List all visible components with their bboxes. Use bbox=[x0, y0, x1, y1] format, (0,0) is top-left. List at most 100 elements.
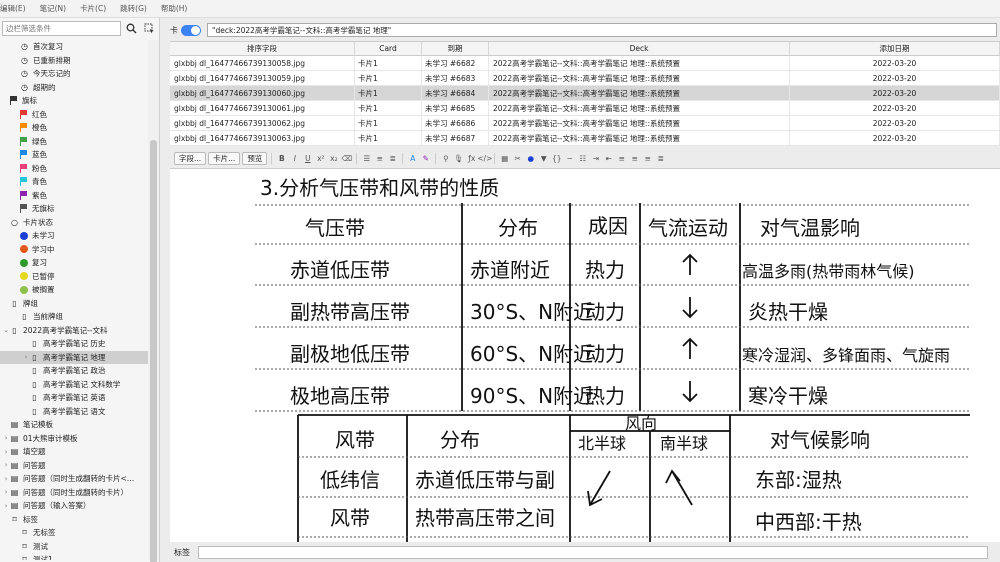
justify-icon[interactable]: ≣ bbox=[655, 152, 666, 165]
sidebar-item[interactable]: ◷ 已重新排期 bbox=[0, 54, 148, 68]
menu-item[interactable]: 帮助(H) bbox=[161, 3, 188, 14]
chevron-icon[interactable]: › bbox=[2, 488, 10, 496]
sidebar-item[interactable]: ▯ 当前牌组 bbox=[0, 310, 148, 324]
sidebar-item[interactable]: 紫色 bbox=[0, 189, 148, 203]
sidebar-item[interactable]: › ▤ 问答题 bbox=[0, 459, 148, 473]
sidebar-item[interactable]: ▯ 高考学霸笔记 文科数学 bbox=[0, 378, 148, 392]
search-icon[interactable] bbox=[124, 21, 139, 36]
align-center-icon[interactable]: ≡ bbox=[629, 152, 640, 165]
braces-icon[interactable]: {} bbox=[551, 152, 562, 165]
sidebar-item[interactable]: › ▤ 01大熊审计模板 bbox=[0, 432, 148, 446]
column-header[interactable]: 到期 bbox=[422, 42, 489, 55]
list-icon[interactable]: ☷ bbox=[577, 152, 588, 165]
sidebar-item[interactable]: 未学习 bbox=[0, 229, 148, 243]
sidebar-item[interactable]: › ▤ 问答题（输入答案） bbox=[0, 499, 148, 513]
sidebar-item[interactable]: 学习中 bbox=[0, 243, 148, 257]
table-row[interactable]: glxbbj dl_16477466739130061.jpg 卡片1 未学习 #6… bbox=[170, 101, 1000, 116]
menu-item[interactable]: 笔记(N) bbox=[40, 3, 66, 14]
triangle-down-icon[interactable]: ▼ bbox=[538, 152, 549, 165]
cards-button[interactable]: 卡片... bbox=[208, 151, 241, 165]
sidebar-search-input[interactable] bbox=[2, 20, 121, 36]
sidebar-item[interactable]: ▤ 笔记模板 bbox=[0, 418, 148, 432]
sidebar-scrollbar[interactable] bbox=[148, 40, 159, 562]
sidebar-item[interactable]: ◷ 超期的 bbox=[0, 81, 148, 95]
table-row[interactable]: glxbbj dl_16477466739130062.jpg 卡片1 未学习 #6… bbox=[170, 116, 1000, 131]
chevron-icon[interactable]: › bbox=[2, 461, 10, 469]
sidebar-item[interactable]: ⌑ 测试 bbox=[0, 540, 148, 554]
underline-icon[interactable]: U bbox=[302, 152, 313, 165]
preview-button[interactable]: 预览 bbox=[242, 151, 268, 165]
cards-notes-switch[interactable]: 卡 bbox=[170, 24, 201, 36]
record-audio-icon[interactable]: 🎙 bbox=[453, 152, 464, 165]
tags-input[interactable] bbox=[198, 546, 988, 559]
column-header[interactable]: Deck bbox=[489, 42, 790, 55]
sidebar-item[interactable]: ▯ 高考学霸笔记 英语 bbox=[0, 391, 148, 405]
sidebar-item[interactable]: › ▯ 高考学霸笔记 地理 bbox=[0, 350, 148, 364]
table-icon[interactable]: ▦ bbox=[499, 152, 510, 165]
sidebar-item[interactable]: ◷ 首次复习 bbox=[0, 40, 148, 54]
unordered-list-icon[interactable]: ☰ bbox=[361, 152, 372, 165]
chevron-icon[interactable]: › bbox=[22, 353, 30, 361]
sidebar-item[interactable]: ◷ 今天忘记的 bbox=[0, 67, 148, 81]
sidebar-item[interactable]: ▯ 高考学霸笔记 政治 bbox=[0, 364, 148, 378]
scissors-icon[interactable]: ✂ bbox=[512, 152, 523, 165]
sidebar-item[interactable]: ⌑ 无标签 bbox=[0, 526, 148, 540]
sidebar-item[interactable]: › ▤ 问答题（同时生成翻转的卡片<… bbox=[0, 472, 148, 486]
sidebar-item[interactable]: 已暂停 bbox=[0, 270, 148, 284]
indent-icon[interactable]: ⇥ bbox=[590, 152, 601, 165]
sidebar-item[interactable]: 粉色 bbox=[0, 162, 148, 176]
select-tool-icon[interactable] bbox=[142, 21, 157, 36]
sidebar-item[interactable]: 无旗标 bbox=[0, 202, 148, 216]
superscript-icon[interactable]: x² bbox=[315, 152, 326, 165]
sidebar-item[interactable]: 被搁置 bbox=[0, 283, 148, 297]
sidebar-scrollbar-thumb[interactable] bbox=[150, 140, 157, 562]
subscript-icon[interactable]: x₂ bbox=[328, 152, 339, 165]
table-row[interactable]: glxbbj dl_16477466739130059.jpg 卡片1 未学习 #6… bbox=[170, 71, 1000, 86]
menu-item[interactable]: 卡片(C) bbox=[80, 3, 106, 14]
sidebar-item[interactable]: ⌑ 测试1 bbox=[0, 553, 148, 560]
table-row[interactable]: glxbbj dl_16477466739130063.jpg 卡片1 未学习 #6… bbox=[170, 131, 1000, 146]
fields-button[interactable]: 字段... bbox=[174, 151, 207, 165]
sidebar-item[interactable]: 复习 bbox=[0, 256, 148, 270]
bold-icon[interactable]: B bbox=[276, 152, 287, 165]
sidebar-item[interactable]: ○ 卡片状态 bbox=[0, 216, 148, 230]
sidebar-item[interactable]: 蓝色 bbox=[0, 148, 148, 162]
chevron-icon[interactable]: › bbox=[2, 448, 10, 456]
dash-icon[interactable]: − bbox=[564, 152, 575, 165]
chevron-icon[interactable]: › bbox=[2, 434, 10, 442]
sidebar-item[interactable]: ⌄ ▯ 2022高考学霸笔记--文科 bbox=[0, 324, 148, 338]
outdent-icon[interactable]: ⇤ bbox=[603, 152, 614, 165]
table-row[interactable]: glxbbj dl_16477466739130058.jpg 卡片1 未学习 #6… bbox=[170, 56, 1000, 71]
sidebar-item[interactable]: ▯ 高考学霸笔记 语文 bbox=[0, 405, 148, 419]
sidebar-item[interactable]: 绿色 bbox=[0, 135, 148, 149]
eraser-icon[interactable]: ⌫ bbox=[341, 152, 353, 165]
align-left-icon[interactable]: ≡ bbox=[616, 152, 627, 165]
sidebar-item[interactable]: ⌑ 标签 bbox=[0, 513, 148, 527]
chevron-icon[interactable]: › bbox=[2, 475, 10, 483]
sidebar-item[interactable]: 红色 bbox=[0, 108, 148, 122]
note-editor[interactable]: 3.分析气压带和风带的性质 气压带 分布 成因 气流运动 对气温影响 赤道低压带… bbox=[170, 168, 1000, 542]
column-header[interactable]: Card bbox=[355, 42, 422, 55]
sidebar-item[interactable]: 旗标 bbox=[0, 94, 148, 108]
color-dot-icon[interactable]: ● bbox=[525, 152, 536, 165]
chevron-icon[interactable]: › bbox=[2, 502, 10, 510]
html-editor-icon[interactable]: </> bbox=[477, 152, 492, 165]
sidebar-item[interactable]: › ▤ 问答题（同时生成翻转的卡片） bbox=[0, 486, 148, 500]
text-color-icon[interactable]: A bbox=[407, 152, 418, 165]
search-query-input[interactable]: "deck:2022高考学霸笔记--文科::高考学霸笔记 地理" bbox=[207, 23, 997, 37]
highlight-icon[interactable]: ✎ bbox=[420, 152, 431, 165]
align-right-icon[interactable]: ≡ bbox=[642, 152, 653, 165]
toggle-icon[interactable] bbox=[181, 24, 201, 36]
ordered-list-icon[interactable]: ≡ bbox=[374, 152, 385, 165]
sidebar-item[interactable]: ▯ 高考学霸笔记 历史 bbox=[0, 337, 148, 351]
sidebar-item[interactable]: ▯ 牌组 bbox=[0, 297, 148, 311]
sidebar-item[interactable]: 青色 bbox=[0, 175, 148, 189]
math-icon[interactable]: ƒx bbox=[466, 152, 477, 165]
table-row[interactable]: glxbbj dl_16477466739130060.jpg 卡片1 未学习 #6… bbox=[170, 86, 1000, 101]
italic-icon[interactable]: I bbox=[289, 152, 300, 165]
menu-item[interactable]: 编辑(E) bbox=[0, 3, 26, 14]
attachment-icon[interactable]: ⚲ bbox=[440, 152, 451, 165]
column-header[interactable]: 添加日期 bbox=[790, 42, 1000, 55]
align-icon[interactable]: ≣ bbox=[387, 152, 398, 165]
menu-item[interactable]: 跳转(G) bbox=[120, 3, 147, 14]
